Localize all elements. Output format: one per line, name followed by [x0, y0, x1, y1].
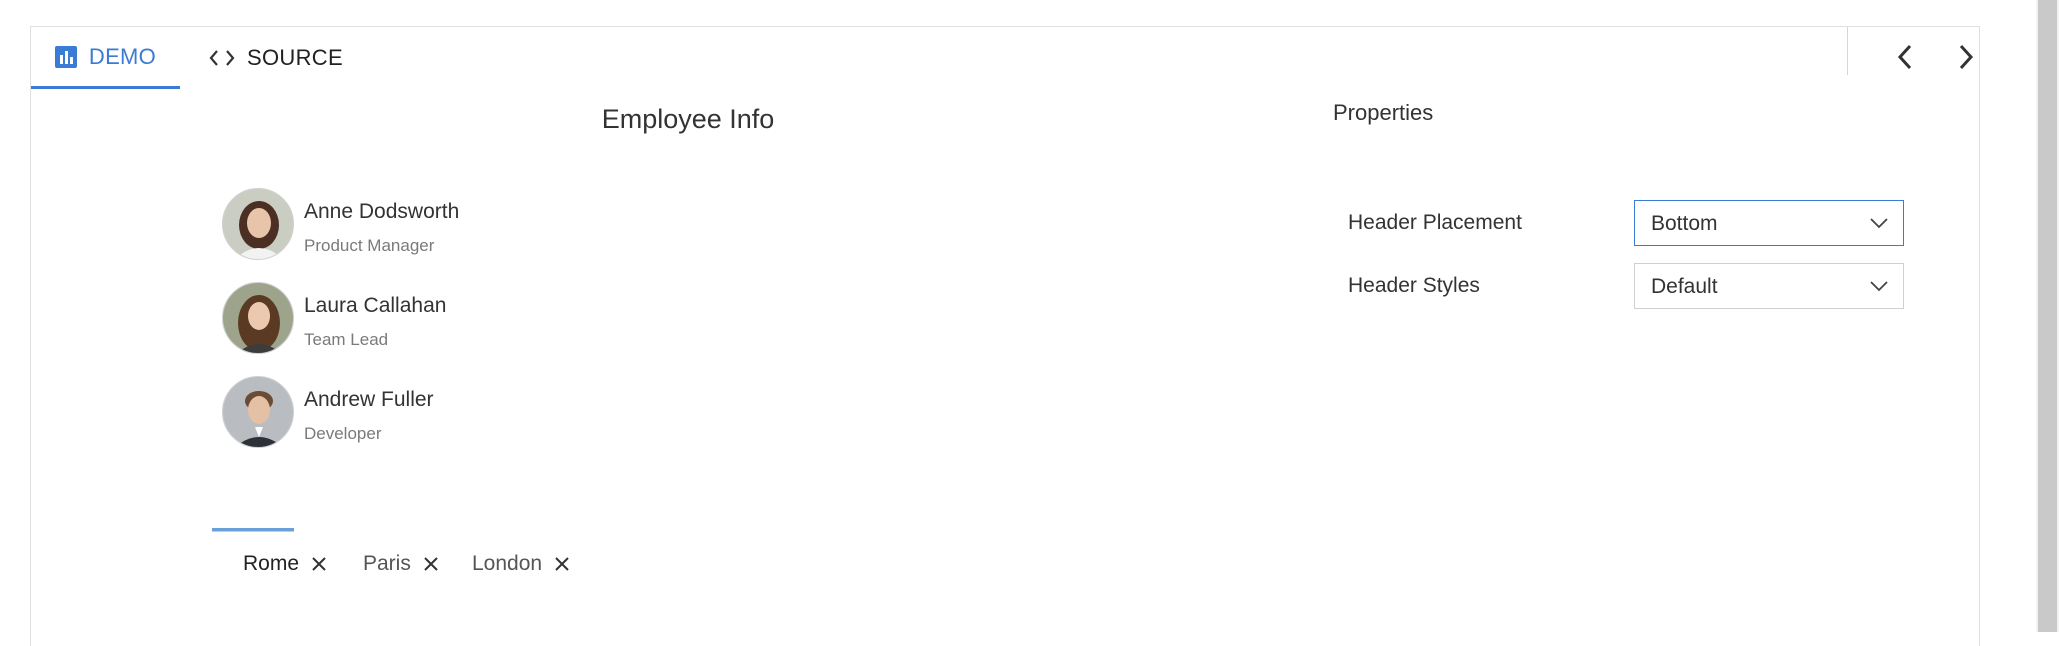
bar-chart-icon: [54, 45, 77, 68]
chevron-down-icon: [1869, 213, 1889, 238]
list-item[interactable]: Anne Dodsworth Product Manager: [222, 188, 622, 268]
previous-button[interactable]: [1887, 39, 1923, 75]
properties-title: Properties: [1333, 100, 1434, 125]
next-button[interactable]: [1948, 39, 1984, 75]
panel-title: Employee Info: [601, 104, 775, 134]
tab-london[interactable]: London: [472, 552, 570, 576]
employee-role: Developer: [304, 424, 382, 443]
scrollbar-thumb[interactable]: [2038, 0, 2057, 632]
list-item[interactable]: Laura Callahan Team Lead: [222, 282, 622, 362]
tab-label: Paris: [363, 552, 411, 575]
avatar: [222, 376, 294, 448]
tab-label: Rome: [243, 552, 300, 575]
close-icon[interactable]: [311, 556, 327, 572]
header-styles-value: Default: [1651, 275, 1718, 298]
tab-demo-label: DEMO: [88, 43, 157, 69]
demo-tab-bar: DEMO SOURCE: [31, 27, 1979, 89]
employee-name: Laura Callahan: [304, 294, 447, 317]
employee-role: Product Manager: [304, 236, 435, 255]
tab-demo[interactable]: DEMO: [31, 27, 180, 89]
close-icon[interactable]: [554, 556, 570, 572]
header-styles-dropdown[interactable]: Default: [1634, 263, 1904, 309]
chevron-left-icon: [1897, 44, 1912, 70]
header-placement-dropdown[interactable]: Bottom: [1634, 200, 1904, 246]
header-placement-value: Bottom: [1651, 212, 1718, 235]
tab-label: London: [472, 552, 543, 575]
avatar: [222, 282, 294, 354]
close-icon[interactable]: [423, 556, 439, 572]
tab-source-label: SOURCE: [247, 45, 343, 70]
header-styles-label: Header Styles: [1348, 274, 1480, 297]
employee-name: Anne Dodsworth: [304, 200, 460, 223]
avatar: [222, 188, 294, 260]
tab-rome[interactable]: Rome: [243, 552, 327, 576]
tab-paris[interactable]: Paris: [363, 552, 439, 576]
nav-divider: [1847, 27, 1848, 75]
chevron-down-icon: [1869, 276, 1889, 301]
employee-name: Andrew Fuller: [304, 388, 434, 411]
chevron-right-icon: [1959, 44, 1974, 70]
employee-role: Team Lead: [304, 330, 389, 349]
header-placement-label: Header Placement: [1348, 211, 1522, 234]
tab-source[interactable]: SOURCE: [209, 27, 343, 89]
selected-tab-indicator: [212, 528, 294, 532]
list-item[interactable]: Andrew Fuller Developer: [222, 376, 622, 456]
code-icon: [209, 49, 235, 67]
